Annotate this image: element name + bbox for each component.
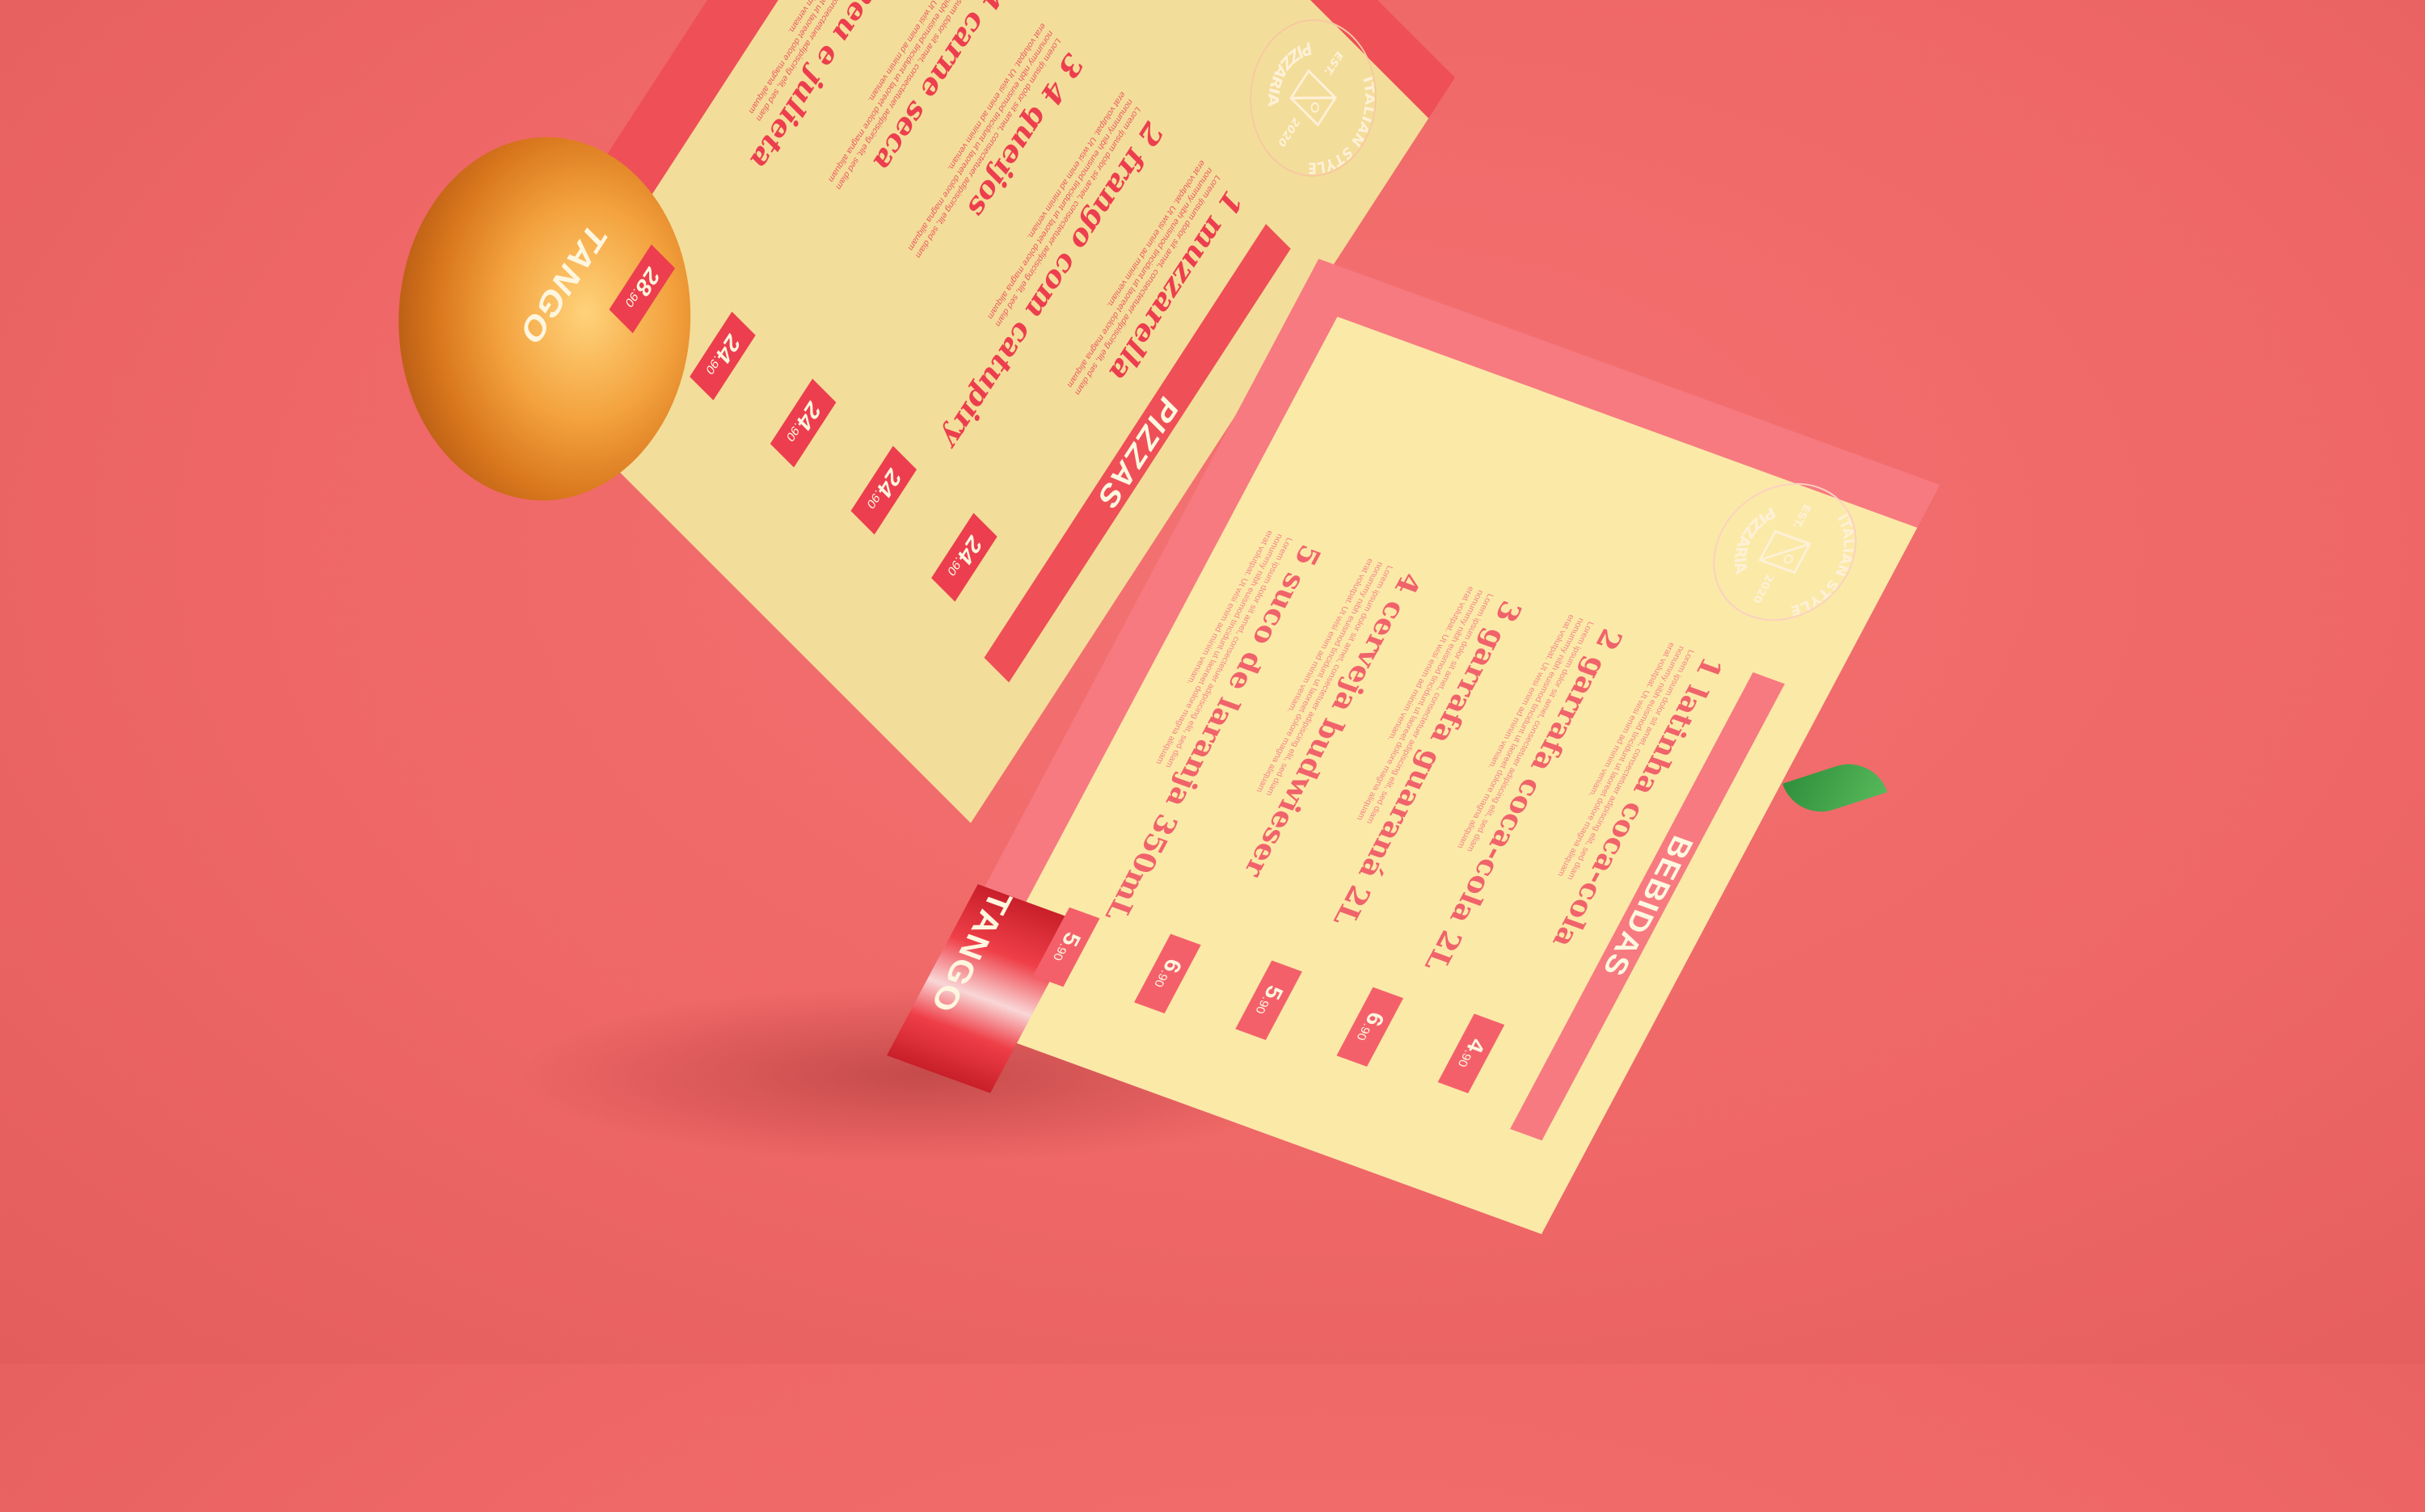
logo-est: EST. bbox=[1790, 503, 1813, 529]
logo-year: 2020 bbox=[1750, 573, 1776, 604]
pizza-slice-icon bbox=[1289, 69, 1337, 127]
price-cents: .90 bbox=[1353, 1021, 1374, 1042]
logo-year: 2020 bbox=[1276, 114, 1301, 150]
logo-est: EST. bbox=[1322, 48, 1345, 78]
pizza-slice-icon bbox=[1758, 529, 1811, 575]
price-cents: .90 bbox=[1151, 968, 1172, 989]
basil-leaf bbox=[1782, 753, 1887, 823]
price-cents: .90 bbox=[1454, 1048, 1475, 1069]
logo-line2: PIZZARIA bbox=[1718, 499, 1784, 581]
price-cents: .90 bbox=[1049, 941, 1070, 962]
price-cents: .90 bbox=[1252, 995, 1273, 1016]
